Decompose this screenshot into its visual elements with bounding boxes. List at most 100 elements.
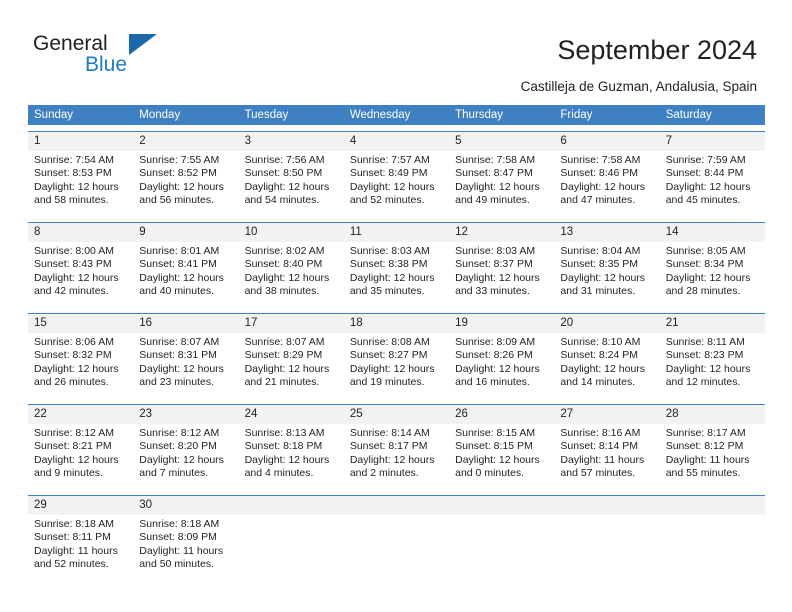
day-cell[interactable]: Sunrise: 8:08 AM Sunset: 8:27 PM Dayligh… <box>344 333 449 398</box>
sunrise-text: Sunrise: 8:13 AM <box>244 427 325 439</box>
sunrise-text: Sunrise: 8:15 AM <box>455 427 536 439</box>
day-cell[interactable]: Sunrise: 7:57 AM Sunset: 8:49 PM Dayligh… <box>344 151 449 216</box>
day-number[interactable]: 11 <box>344 223 449 242</box>
week-daynumber-band: 8 9 10 11 12 13 14 <box>28 223 765 242</box>
day-cell[interactable]: Sunrise: 8:02 AM Sunset: 8:40 PM Dayligh… <box>239 242 344 307</box>
sunrise-text: Sunrise: 8:04 AM <box>560 245 641 257</box>
day-number[interactable]: 20 <box>554 314 659 333</box>
day-number[interactable]: 16 <box>133 314 238 333</box>
daylight-text-line2: and 0 minutes. <box>455 467 525 480</box>
day-cell[interactable]: Sunrise: 7:59 AM Sunset: 8:44 PM Dayligh… <box>660 151 765 216</box>
day-cell[interactable]: Sunrise: 8:11 AM Sunset: 8:23 PM Dayligh… <box>660 333 765 398</box>
sunset-text: Sunset: 8:15 PM <box>455 440 533 453</box>
brand-logo[interactable]: General Blue <box>33 32 223 80</box>
sunset-text: Sunset: 8:37 PM <box>455 258 533 271</box>
day-cell[interactable]: Sunrise: 8:00 AM Sunset: 8:43 PM Dayligh… <box>28 242 133 307</box>
weekday-header-saturday: Saturday <box>665 109 712 121</box>
day-number[interactable]: 4 <box>344 132 449 151</box>
day-number[interactable]: 19 <box>449 314 554 333</box>
daylight-text-line1: Daylight: 11 hours <box>34 544 118 557</box>
daylight-text-line2: and 33 minutes. <box>455 285 530 298</box>
day-cell[interactable]: Sunrise: 8:12 AM Sunset: 8:20 PM Dayligh… <box>133 424 238 489</box>
day-cell[interactable]: Sunrise: 7:58 AM Sunset: 8:46 PM Dayligh… <box>554 151 659 216</box>
sunrise-text: Sunrise: 7:59 AM <box>665 154 746 166</box>
day-cell[interactable]: Sunrise: 8:06 AM Sunset: 8:32 PM Dayligh… <box>28 333 133 398</box>
day-number[interactable]: 9 <box>133 223 238 242</box>
daylight-text-line1: Daylight: 12 hours <box>139 453 224 466</box>
sunset-text: Sunset: 8:52 PM <box>139 167 217 180</box>
day-number[interactable]: 2 <box>133 132 238 151</box>
day-number[interactable]: 18 <box>344 314 449 333</box>
weekday-header-thursday: Thursday <box>455 109 504 121</box>
daylight-text-line2: and 14 minutes. <box>560 376 636 389</box>
day-cell[interactable]: Sunrise: 8:18 AM Sunset: 8:11 PM Dayligh… <box>28 515 133 580</box>
daylight-text-line1: Daylight: 12 hours <box>665 362 751 375</box>
day-cell[interactable]: Sunrise: 7:58 AM Sunset: 8:47 PM Dayligh… <box>449 151 554 216</box>
week-detail-band: Sunrise: 8:00 AM Sunset: 8:43 PM Dayligh… <box>28 242 765 307</box>
day-number[interactable]: 7 <box>660 132 765 151</box>
day-cell[interactable]: Sunrise: 8:12 AM Sunset: 8:21 PM Dayligh… <box>28 424 133 489</box>
day-cell[interactable]: Sunrise: 8:17 AM Sunset: 8:12 PM Dayligh… <box>660 424 765 489</box>
day-number[interactable]: 5 <box>449 132 554 151</box>
day-cell[interactable]: Sunrise: 8:13 AM Sunset: 8:18 PM Dayligh… <box>239 424 344 489</box>
day-number[interactable]: 27 <box>554 405 659 424</box>
weekday-header-friday: Friday <box>560 109 593 121</box>
day-number[interactable]: 30 <box>133 496 238 515</box>
sunrise-text: Sunrise: 8:06 AM <box>34 336 114 348</box>
sunrise-text: Sunrise: 8:02 AM <box>244 245 325 257</box>
week-detail-band: Sunrise: 8:12 AM Sunset: 8:21 PM Dayligh… <box>28 424 765 489</box>
daylight-text-line1: Daylight: 12 hours <box>560 271 646 284</box>
sunrise-text: Sunrise: 7:58 AM <box>455 154 536 166</box>
day-cell[interactable]: Sunrise: 7:55 AM Sunset: 8:52 PM Dayligh… <box>133 151 238 216</box>
day-cell[interactable]: Sunrise: 8:05 AM Sunset: 8:34 PM Dayligh… <box>660 242 765 307</box>
day-cell[interactable]: Sunrise: 8:04 AM Sunset: 8:35 PM Dayligh… <box>554 242 659 307</box>
day-cell[interactable]: Sunrise: 7:54 AM Sunset: 8:53 PM Dayligh… <box>28 151 133 216</box>
week-detail-band: Sunrise: 8:18 AM Sunset: 8:11 PM Dayligh… <box>28 515 765 580</box>
day-cell[interactable]: Sunrise: 8:03 AM Sunset: 8:38 PM Dayligh… <box>344 242 449 307</box>
day-number[interactable]: 1 <box>28 132 133 151</box>
day-number[interactable]: 17 <box>239 314 344 333</box>
daylight-text-line1: Daylight: 12 hours <box>349 271 435 284</box>
day-number[interactable]: 28 <box>660 405 765 424</box>
day-cell[interactable]: Sunrise: 8:07 AM Sunset: 8:31 PM Dayligh… <box>133 333 238 398</box>
day-number[interactable]: 12 <box>449 223 554 242</box>
day-cell[interactable]: Sunrise: 8:07 AM Sunset: 8:29 PM Dayligh… <box>239 333 344 398</box>
daylight-text-line2: and 2 minutes. <box>349 467 419 480</box>
day-cell[interactable]: Sunrise: 8:10 AM Sunset: 8:24 PM Dayligh… <box>554 333 659 398</box>
day-number[interactable]: 10 <box>239 223 344 242</box>
sunset-text: Sunset: 8:50 PM <box>244 167 323 180</box>
day-number[interactable]: 8 <box>28 223 133 242</box>
sunset-text: Sunset: 8:11 PM <box>34 531 111 544</box>
day-number[interactable]: 21 <box>660 314 765 333</box>
day-cell[interactable]: Sunrise: 8:01 AM Sunset: 8:41 PM Dayligh… <box>133 242 238 307</box>
day-cell[interactable]: Sunrise: 8:14 AM Sunset: 8:17 PM Dayligh… <box>344 424 449 489</box>
day-cell[interactable]: Sunrise: 8:16 AM Sunset: 8:14 PM Dayligh… <box>554 424 659 489</box>
day-number[interactable]: 13 <box>554 223 659 242</box>
sunset-text: Sunset: 8:20 PM <box>139 440 217 453</box>
day-cell[interactable]: Sunrise: 8:09 AM Sunset: 8:26 PM Dayligh… <box>449 333 554 398</box>
daylight-text-line2: and 40 minutes. <box>139 285 214 298</box>
day-cell[interactable]: Sunrise: 8:03 AM Sunset: 8:37 PM Dayligh… <box>449 242 554 307</box>
day-number[interactable]: 24 <box>239 405 344 424</box>
day-number[interactable]: 25 <box>344 405 449 424</box>
sunrise-text: Sunrise: 8:07 AM <box>244 336 325 348</box>
sunset-text: Sunset: 8:21 PM <box>34 440 112 453</box>
daylight-text-line2: and 28 minutes. <box>665 285 741 298</box>
day-number[interactable]: 23 <box>133 405 238 424</box>
week-detail-band: Sunrise: 8:06 AM Sunset: 8:32 PM Dayligh… <box>28 333 765 398</box>
sunrise-text: Sunrise: 7:54 AM <box>34 154 114 166</box>
day-cell[interactable]: Sunrise: 8:18 AM Sunset: 8:09 PM Dayligh… <box>133 515 238 580</box>
sunset-text: Sunset: 8:35 PM <box>560 258 639 271</box>
day-number[interactable]: 26 <box>449 405 554 424</box>
day-number[interactable]: 22 <box>28 405 133 424</box>
calendar-page: General Blue September 2024 Castilleja d… <box>0 0 792 612</box>
weekday-header-wednesday: Wednesday <box>349 109 411 121</box>
day-number[interactable]: 29 <box>28 496 133 515</box>
day-cell[interactable]: Sunrise: 8:15 AM Sunset: 8:15 PM Dayligh… <box>449 424 554 489</box>
day-number[interactable]: 14 <box>660 223 765 242</box>
calendar-week-row: 8 9 10 11 12 13 14 Sunrise: 8:00 AM Suns… <box>28 222 765 307</box>
day-number[interactable]: 15 <box>28 314 133 333</box>
day-number[interactable]: 6 <box>554 132 659 151</box>
day-number[interactable]: 3 <box>239 132 344 151</box>
day-cell[interactable]: Sunrise: 7:56 AM Sunset: 8:50 PM Dayligh… <box>239 151 344 216</box>
